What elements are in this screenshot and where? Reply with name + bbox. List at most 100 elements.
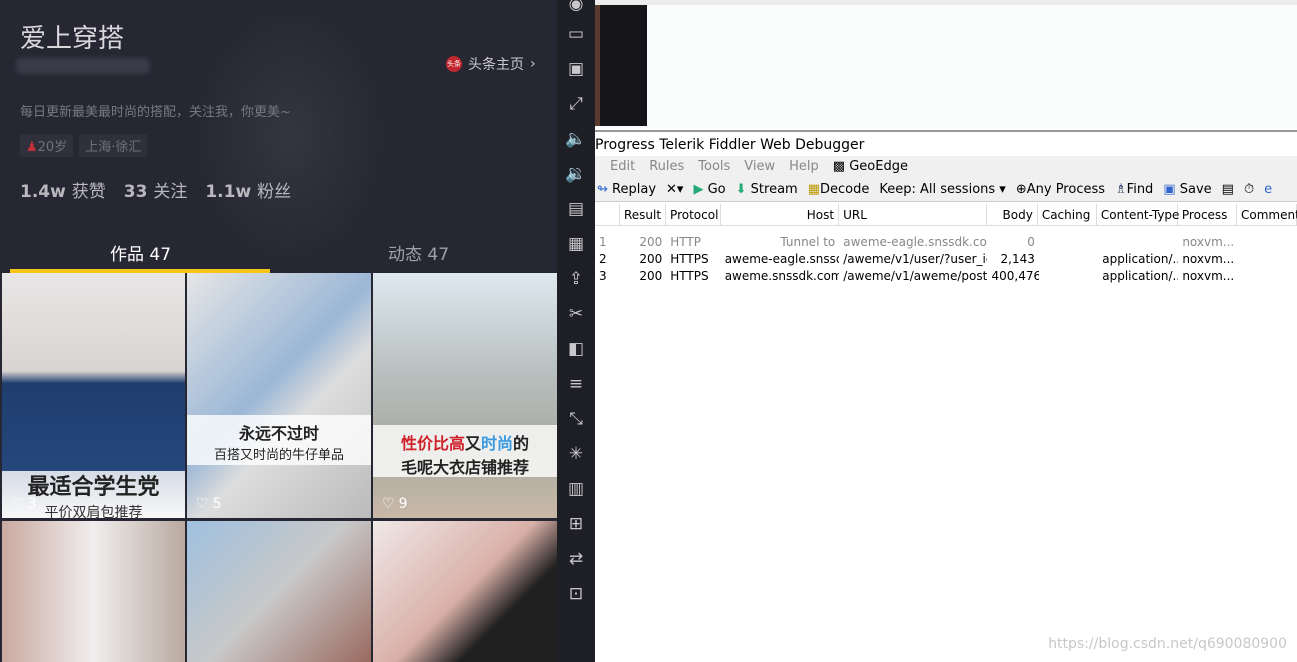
add-icon[interactable]: ⊡ (557, 577, 595, 612)
menu-rules[interactable]: Rules (649, 156, 684, 178)
menu-help[interactable]: Help (789, 156, 819, 178)
session-cell: 1 (599, 235, 607, 249)
col-process[interactable]: Process (1178, 204, 1237, 225)
profile-name: 爱上穿搭 (20, 24, 125, 54)
gamepad-icon[interactable]: ⊞ (557, 507, 595, 542)
remove-button[interactable]: ✕▾ (666, 178, 683, 201)
session-cell (1039, 268, 1098, 285)
tab-moments[interactable]: 动态 47 (388, 240, 449, 265)
menu-icon[interactable]: ≡ (557, 367, 595, 402)
video-icon[interactable]: ▥ (557, 472, 595, 507)
resize-icon[interactable]: ⤡ (557, 402, 595, 437)
any-process-button[interactable]: ⊕Any Process (1016, 178, 1105, 201)
crosshair-icon: ⊕ (1015, 182, 1027, 197)
chevron-right-icon: › (530, 56, 536, 72)
likes-stat[interactable]: 1.4w 获赞 (20, 177, 106, 202)
mouse-icon[interactable]: ▣ (557, 52, 595, 87)
volume-up-icon[interactable]: 🔈 (557, 122, 595, 157)
toutiao-label: 头条主页 (468, 57, 524, 73)
session-row[interactable]: 1 200 HTTP Tunnel to aweme-eagle.snssdk.com.… (595, 234, 1297, 251)
col-url[interactable]: URL (839, 204, 987, 225)
menu-geoedge[interactable]: ▩ GeoEdge (833, 156, 908, 178)
session-cell (1098, 234, 1178, 251)
following-stat[interactable]: 33 关注 (124, 177, 188, 202)
record-icon[interactable]: ▦ (557, 227, 595, 262)
video-thumb[interactable] (2, 521, 185, 662)
toolbar: ↬ Replay ✕▾ ▶ Go ⬇ Stream ▦Decode Keep: … (595, 178, 1297, 202)
video-thumb[interactable]: 永远不过时 百搭又时尚的牛仔单品 ♡ 5 (187, 273, 371, 518)
location-tag: 上海·徐汇 (79, 134, 148, 157)
session-cell: 3 (599, 269, 607, 283)
loading-icon[interactable]: ✳ (557, 437, 595, 472)
col-number[interactable] (595, 204, 620, 225)
col-protocol[interactable]: Protocol (666, 204, 722, 225)
session-cell: /aweme/v1/aweme/post/?... (843, 269, 988, 283)
session-cell: 2 (599, 252, 607, 266)
menu-edit[interactable]: Edit (610, 156, 635, 178)
stat-label: 获赞 (71, 182, 106, 202)
scissors-icon[interactable]: ✂ (557, 297, 595, 332)
volume-down-icon[interactable]: 🔉 (557, 157, 595, 192)
emulator-sidebar: ◉ ▭ ▣ ⤢ 🔈 🔉 ▤ ▦ ⇪ ✂ ◧ ≡ ⤡ ✳ ▥ ⊞ ⇄ ⊡ (557, 0, 595, 662)
tab-works[interactable]: 作品 47 (110, 240, 171, 265)
label: Any Process (1026, 182, 1106, 197)
screen-icon[interactable]: ▭ (557, 17, 595, 52)
menu-tools[interactable]: Tools (698, 156, 730, 178)
label: Find (1126, 182, 1154, 197)
session-cell (1039, 251, 1098, 268)
session-cell: aweme.snssdk.com (724, 269, 840, 283)
sync-icon[interactable]: ⇄ (557, 542, 595, 577)
toutiao-link[interactable]: 头条 头条主页 › (446, 54, 536, 74)
fiddler-window: Progress Telerik Fiddler Web Debugger Ed… (595, 130, 1297, 662)
col-result[interactable]: Result (620, 204, 667, 225)
caption-title: 永远不过时 (238, 424, 319, 443)
video-thumb[interactable]: 性价比高又时尚的 毛呢大衣店铺推荐 ♡ 9 (373, 273, 557, 518)
video-thumb[interactable] (187, 521, 371, 662)
video-thumb[interactable]: 最适合学生党 平价双肩包推荐 ♡ 3 (2, 273, 185, 518)
keep-sessions-dropdown[interactable]: Keep: All sessions ▾ (879, 178, 1005, 201)
timer-button[interactable]: ⏱ (1244, 178, 1254, 201)
find-button[interactable]: ♗Find (1115, 178, 1153, 201)
browse-button[interactable]: e (1264, 178, 1272, 201)
screenshot-button[interactable]: ▤ (1222, 178, 1234, 201)
cover-image (190, 0, 390, 270)
age: 20岁 (37, 140, 68, 155)
watermark: https://blog.csdn.net/q690080900 (1048, 636, 1287, 652)
col-caching[interactable]: Caching (1038, 204, 1097, 225)
session-row[interactable]: 2 200 HTTPS aweme-eagle.snssd.../aweme/v1/u… (595, 251, 1297, 268)
session-cell: Tunnel to (780, 235, 836, 249)
screenshot-icon[interactable]: ▤ (557, 192, 595, 227)
label: Go (707, 182, 726, 197)
followers-stat[interactable]: 1.1w 粉丝 (205, 177, 291, 202)
save-icon: ▣ (1163, 182, 1176, 197)
decode-button[interactable]: ▦Decode (808, 178, 870, 201)
stream-button[interactable]: ⬇ Stream (736, 178, 798, 201)
col-content-type[interactable]: Content-Type (1097, 204, 1179, 225)
menu-view[interactable]: View (744, 156, 775, 178)
play-icon: ▶ (693, 182, 704, 197)
session-cell (1238, 268, 1297, 285)
replay-button[interactable]: ↬ Replay (597, 178, 656, 201)
multi-window-icon[interactable]: ◧ (557, 332, 595, 367)
label: Keep: All sessions (879, 182, 996, 197)
session-row[interactable]: 3 200 HTTPS aweme.snssdk.com/aweme/v1/aweme… (595, 268, 1297, 285)
likes: 9 (398, 496, 408, 512)
stat-value: 1.4w (20, 182, 66, 202)
go-button[interactable]: ▶ Go (693, 178, 725, 201)
person-icon: ♟ (26, 140, 38, 155)
col-host[interactable]: Host (721, 204, 840, 225)
thumbnail-window (595, 5, 647, 126)
apk-icon[interactable]: ⇪ (557, 262, 595, 297)
video-thumb[interactable] (373, 521, 557, 662)
stat-label: 粉丝 (257, 182, 292, 202)
col-body[interactable]: Body (987, 204, 1038, 225)
save-button[interactable]: ▣ Save (1163, 178, 1211, 201)
session-cell: application/... (1102, 252, 1179, 266)
caption-subtitle: 毛呢大衣店铺推荐 (400, 458, 529, 477)
blurred-id (16, 58, 150, 74)
col-comments[interactable]: Comments (1237, 204, 1297, 225)
location-icon[interactable]: ◉ (557, 0, 595, 17)
label: Stream (750, 182, 798, 197)
replay-icon: ↬ (597, 182, 608, 197)
fullscreen-icon[interactable]: ⤢ (557, 87, 595, 122)
